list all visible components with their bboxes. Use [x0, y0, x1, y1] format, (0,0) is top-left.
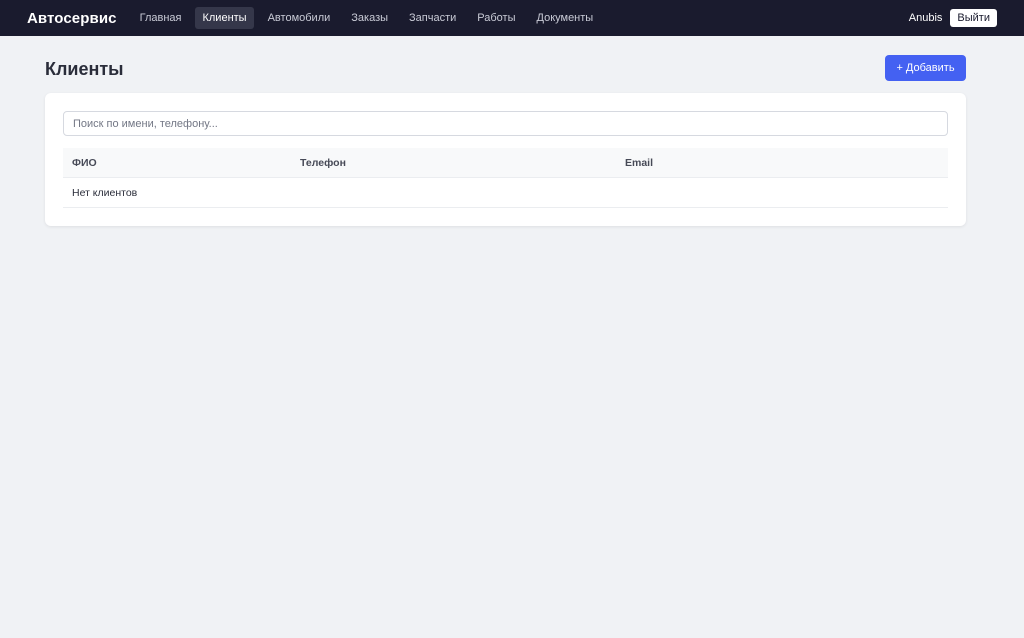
clients-card: ФИО Телефон Email Нет клиентов — [45, 93, 966, 226]
page-header: Клиенты + Добавить — [45, 55, 966, 81]
nav-item-works[interactable]: Работы — [470, 7, 522, 29]
page-title: Клиенты — [45, 59, 124, 79]
empty-message: Нет клиентов — [72, 186, 138, 199]
search-input[interactable] — [63, 111, 948, 136]
column-header-name[interactable]: ФИО — [63, 157, 291, 169]
nav-item-documents[interactable]: Документы — [530, 7, 601, 29]
logout-button[interactable]: Выйти — [950, 9, 997, 27]
nav-item-cars[interactable]: Автомобили — [261, 7, 338, 29]
clients-table: ФИО Телефон Email Нет клиентов — [63, 148, 948, 208]
add-client-button[interactable]: + Добавить — [885, 55, 966, 81]
table-header: ФИО Телефон Email — [63, 148, 948, 178]
top-navbar: Автосервис Главная Клиенты Автомобили За… — [0, 0, 1024, 36]
nav-item-clients[interactable]: Клиенты — [195, 7, 254, 29]
brand-logo[interactable]: Автосервис — [27, 10, 117, 27]
column-header-email[interactable]: Email — [616, 157, 948, 169]
user-name: Anubis — [908, 12, 943, 24]
table-empty-row: Нет клиентов — [63, 178, 948, 208]
column-header-phone[interactable]: Телефон — [291, 157, 616, 169]
nav-item-home[interactable]: Главная — [133, 7, 189, 29]
nav-item-orders[interactable]: Заказы — [344, 7, 395, 29]
nav-item-parts[interactable]: Запчасти — [402, 7, 463, 29]
